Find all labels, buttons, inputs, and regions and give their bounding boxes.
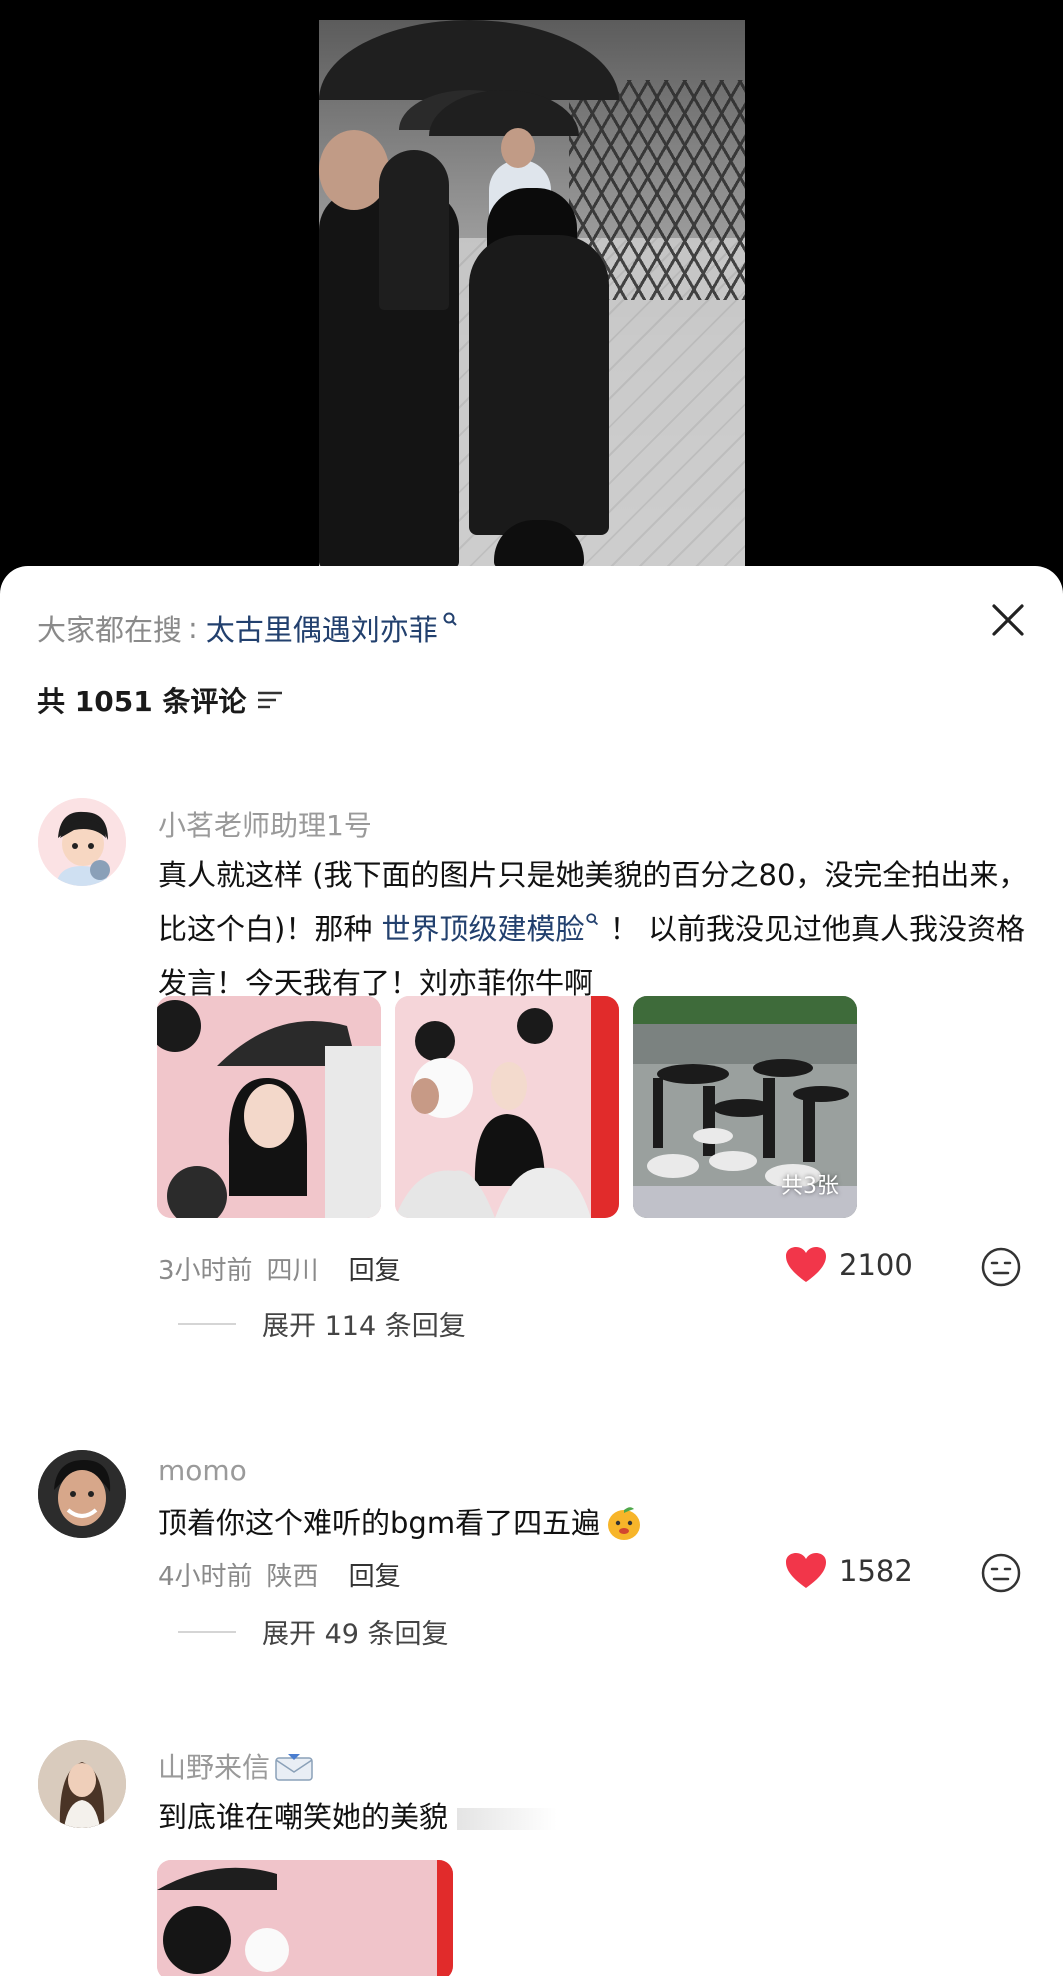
avatar-cartoon-boy	[38, 798, 126, 886]
trending-search[interactable]: 大家都在搜 : 太古里偶遇刘亦菲	[37, 608, 460, 648]
mango-emoji-icon	[608, 1507, 641, 1540]
comment-meta: 3小时前 四川 回复	[158, 1250, 401, 1287]
comment-username[interactable]: 小茗老师助理1号	[158, 804, 372, 844]
expand-divider	[178, 1630, 236, 1633]
emoji-react-icon[interactable]	[980, 1552, 1022, 1594]
comment-image[interactable]	[157, 996, 381, 1218]
close-icon[interactable]	[988, 600, 1028, 640]
search-icon	[585, 913, 598, 926]
trending-search-term[interactable]: 太古里偶遇刘亦菲	[206, 607, 438, 649]
text-fade	[457, 1808, 558, 1830]
avatar[interactable]	[38, 798, 126, 886]
comment-count-row[interactable]: 共 1051 条评论	[37, 680, 284, 720]
image-count-badge: 共3张	[781, 1174, 839, 1199]
comment-image[interactable]: 共3张	[633, 996, 857, 1218]
heart-icon	[786, 1553, 826, 1588]
comment-username[interactable]: 山野来信	[158, 1746, 270, 1786]
reply-button[interactable]: 回复	[349, 1250, 401, 1287]
comment-time: 3小时前	[158, 1256, 253, 1286]
comment-username[interactable]: momo	[158, 1454, 247, 1487]
expand-replies[interactable]: 展开 49 条回复	[178, 1612, 449, 1651]
heart-icon	[786, 1247, 826, 1282]
comment-location: 四川	[266, 1256, 319, 1286]
search-icon	[443, 612, 457, 626]
comment-sheet: 大家都在搜 : 太古里偶遇刘亦菲 共 1051 条评论 小茗老师助理1号 真人就…	[0, 566, 1063, 1976]
avatar[interactable]	[38, 1450, 126, 1538]
trending-search-prefix: 大家都在搜	[37, 613, 183, 647]
comment-text: 真人就这样 (我下面的图片只是她美貌的百分之80，没完全拍出来，比这个白)！那种…	[158, 848, 1028, 1010]
avatar-photo-woman	[38, 1740, 126, 1828]
expand-replies[interactable]: 展开 114 条回复	[178, 1304, 466, 1343]
emoji-react-icon[interactable]	[980, 1246, 1022, 1288]
avatar-photo-man	[38, 1450, 126, 1538]
speaker-head	[501, 128, 535, 168]
avatar[interactable]	[38, 1740, 126, 1828]
like-count: 2100	[839, 1248, 913, 1282]
like-count: 1582	[839, 1554, 913, 1588]
image-woman-under-umbrella	[157, 996, 381, 1218]
trending-search-colon: :	[188, 611, 198, 645]
sort-icon[interactable]	[256, 689, 284, 711]
envelope-emoji-icon	[275, 1754, 313, 1781]
comment-text-part: 顶着你这个难听的bgm看了四五遍	[158, 1506, 601, 1540]
comment-meta: 4小时前 陕西 回复	[158, 1556, 401, 1593]
image-woman-panda-backdrop	[395, 996, 619, 1218]
comment-image[interactable]	[157, 1860, 453, 1976]
comment-text: 到底谁在嘲笑她的美貌	[158, 1790, 1028, 1844]
like-button[interactable]: 2100	[785, 1246, 913, 1284]
expand-divider	[178, 1322, 236, 1325]
bystander	[379, 150, 449, 310]
image-woman-under-umbrella	[157, 1860, 453, 1976]
comment-search-link[interactable]: 世界顶级建模脸	[382, 912, 585, 946]
comment-time: 4小时前	[158, 1562, 253, 1592]
umbrella	[319, 20, 619, 100]
comment-text-part: 到底谁在嘲笑她的美貌	[158, 1800, 449, 1834]
expand-replies-label: 展开 114 条回复	[262, 1311, 466, 1342]
comment-text: 顶着你这个难听的bgm看了四五遍	[158, 1496, 1028, 1550]
woman-black-suit	[469, 235, 609, 535]
comment-image[interactable]	[395, 996, 619, 1218]
video-player[interactable]	[0, 0, 1063, 590]
expand-replies-label: 展开 49 条回复	[262, 1619, 449, 1650]
comment-count: 共 1051 条评论	[37, 685, 247, 718]
video-frame[interactable]	[319, 20, 745, 568]
like-button[interactable]: 1582	[785, 1552, 913, 1590]
comment-username-row[interactable]: 山野来信	[158, 1746, 314, 1786]
comment-location: 陕西	[266, 1562, 319, 1592]
reply-button[interactable]: 回复	[349, 1556, 401, 1593]
